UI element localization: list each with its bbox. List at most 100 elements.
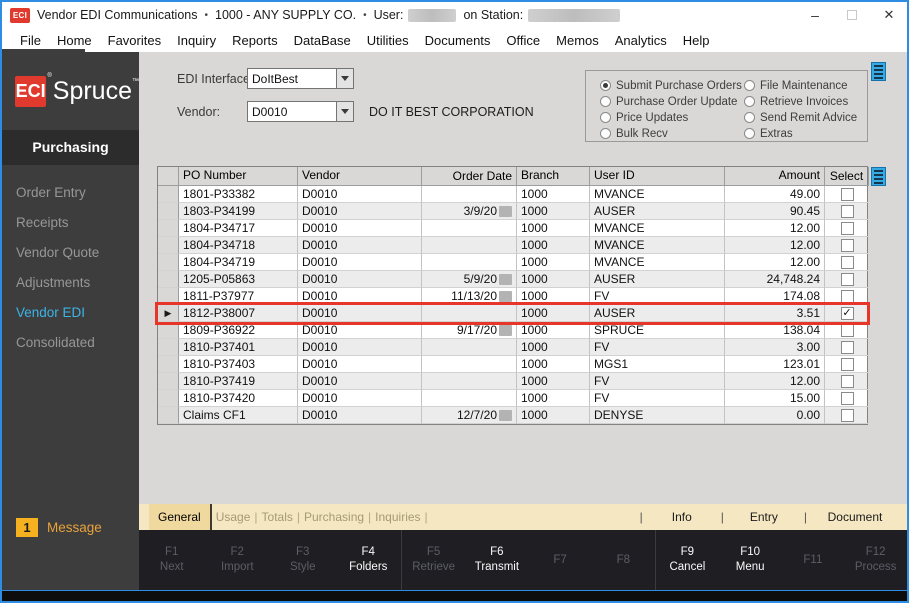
menu-help[interactable]: Help: [675, 33, 718, 48]
select-checkbox[interactable]: [840, 238, 854, 252]
radio-option-submit-purchase-orders[interactable]: Submit Purchase Orders: [600, 78, 744, 93]
menu-office[interactable]: Office: [498, 33, 548, 48]
row-selector[interactable]: ▶: [158, 305, 179, 322]
vendor-select[interactable]: D0010: [247, 101, 354, 122]
select-checkbox[interactable]: [840, 204, 854, 218]
table-row[interactable]: Claims CF1 D0010 12/7/20 1000 DENYSE 0.00: [158, 407, 869, 424]
table-row[interactable]: 1810-P37420 D0010 1000 FV 15.00: [158, 390, 869, 407]
select-checkbox[interactable]: [840, 255, 854, 269]
table-row[interactable]: 1811-P37977 D0010 11/13/20 1000 FV 174.08: [158, 288, 869, 305]
maximize-button[interactable]: [847, 10, 857, 20]
radio-option-price-updates[interactable]: Price Updates: [600, 110, 744, 125]
menu-home[interactable]: Home: [49, 33, 100, 48]
row-selector[interactable]: [158, 407, 179, 424]
radio-icon[interactable]: [600, 112, 611, 123]
fkey-f11[interactable]: F11: [785, 553, 841, 568]
column-header-order-date[interactable]: Order Date: [422, 167, 517, 186]
tab-inquiries[interactable]: Inquiries: [371, 504, 424, 530]
table-row[interactable]: 1810-P37401 D0010 1000 FV 3.00: [158, 339, 869, 356]
fkey-f1-next[interactable]: F1 Next: [144, 545, 200, 575]
radio-icon[interactable]: [600, 96, 611, 107]
menu-documents[interactable]: Documents: [417, 33, 499, 48]
select-checkbox[interactable]: [840, 221, 854, 235]
sidebar-item-adjustments[interactable]: Adjustments: [2, 268, 139, 298]
radio-icon[interactable]: [600, 128, 611, 139]
tab-document[interactable]: Document: [809, 504, 901, 530]
row-selector[interactable]: [158, 339, 179, 356]
sidebar-item-vendor-quote[interactable]: Vendor Quote: [2, 238, 139, 268]
select-checkbox[interactable]: [840, 289, 854, 303]
table-row[interactable]: 1804-P34717 D0010 1000 MVANCE 12.00: [158, 220, 869, 237]
select-checkbox[interactable]: [840, 340, 854, 354]
row-selector[interactable]: [158, 390, 179, 407]
radio-option-file-maintenance[interactable]: File Maintenance: [744, 78, 857, 93]
grid-menu-icon[interactable]: [871, 167, 886, 186]
radio-icon[interactable]: [744, 80, 755, 91]
table-row[interactable]: 1205-P05863 D0010 5/9/20 1000 AUSER 24,748.24: [158, 271, 869, 288]
tab-purchasing[interactable]: Purchasing: [300, 504, 368, 530]
row-selector[interactable]: [158, 203, 179, 220]
dropdown-arrow-icon[interactable]: [336, 69, 353, 88]
row-selector[interactable]: [158, 288, 179, 305]
sidebar-item-order-entry[interactable]: Order Entry: [2, 178, 139, 208]
column-header-amount[interactable]: Amount: [725, 167, 825, 186]
menu-analytics[interactable]: Analytics: [607, 33, 675, 48]
sidebar-item-vendor-edi[interactable]: Vendor EDI: [2, 298, 139, 328]
row-selector[interactable]: [158, 356, 179, 373]
radio-icon[interactable]: [744, 128, 755, 139]
radio-icon[interactable]: [744, 112, 755, 123]
row-selector[interactable]: [158, 220, 179, 237]
radio-option-bulk-recv[interactable]: Bulk Recv: [600, 126, 744, 141]
tab-general[interactable]: General: [149, 504, 212, 530]
select-checkbox[interactable]: [840, 391, 854, 405]
table-row[interactable]: ▶ 1812-P38007 D0010 1000 AUSER 3.51 ✓: [155, 302, 870, 325]
select-checkbox[interactable]: [840, 408, 854, 422]
minimize-button[interactable]: –: [807, 8, 823, 22]
table-row[interactable]: 1810-P37403 D0010 1000 MGS1 123.01: [158, 356, 869, 373]
select-checkbox[interactable]: ✓: [840, 306, 854, 320]
row-selector[interactable]: [158, 271, 179, 288]
select-checkbox[interactable]: [840, 323, 854, 337]
menu-memos[interactable]: Memos: [548, 33, 607, 48]
fkey-f8[interactable]: F8: [595, 553, 651, 568]
sidebar-item-receipts[interactable]: Receipts: [2, 208, 139, 238]
select-checkbox[interactable]: [840, 357, 854, 371]
table-row[interactable]: 1803-P34199 D0010 3/9/20 1000 AUSER 90.45: [158, 203, 869, 220]
table-row[interactable]: 1810-P37419 D0010 1000 FV 12.00: [158, 373, 869, 390]
close-button[interactable]: ✕: [881, 7, 897, 23]
tab-info[interactable]: Info: [645, 504, 719, 530]
edi-interface-select[interactable]: DoItBest: [247, 68, 354, 89]
select-checkbox[interactable]: [840, 374, 854, 388]
menu-file[interactable]: File: [12, 33, 49, 48]
message-indicator[interactable]: 1 Message: [16, 518, 102, 537]
fkey-f5-retrieve[interactable]: F5 Retrieve: [406, 545, 462, 575]
column-header-select[interactable]: Select: [825, 167, 869, 186]
menu-reports[interactable]: Reports: [224, 33, 286, 48]
radio-icon[interactable]: [744, 96, 755, 107]
table-row[interactable]: 1801-P33382 D0010 1000 MVANCE 49.00: [158, 186, 869, 203]
tab-totals[interactable]: Totals: [258, 504, 297, 530]
row-selector[interactable]: [158, 254, 179, 271]
table-row[interactable]: 1809-P36922 D0010 9/17/20 1000 SPRUCE 138.04: [158, 322, 869, 339]
row-selector[interactable]: [158, 322, 179, 339]
radio-icon[interactable]: [600, 80, 611, 91]
tab-usage[interactable]: Usage: [212, 504, 255, 530]
fkey-f9-cancel[interactable]: F9 Cancel: [659, 545, 715, 575]
fkey-f7[interactable]: F7: [532, 553, 588, 568]
fkey-f4-folders[interactable]: F4 Folders: [340, 545, 396, 575]
table-row[interactable]: 1804-P34718 D0010 1000 MVANCE 12.00: [158, 237, 869, 254]
column-header-vendor[interactable]: Vendor: [298, 167, 422, 186]
radio-option-extras[interactable]: Extras: [744, 126, 857, 141]
fkey-f6-transmit[interactable]: F6 Transmit: [469, 545, 525, 575]
fkey-f2-import[interactable]: F2 Import: [209, 545, 265, 575]
menu-favorites[interactable]: Favorites: [100, 33, 169, 48]
sidebar-item-consolidated[interactable]: Consolidated: [2, 328, 139, 358]
select-checkbox[interactable]: [840, 187, 854, 201]
radio-option-retrieve-invoices[interactable]: Retrieve Invoices: [744, 94, 857, 109]
column-header-user-id[interactable]: User ID: [590, 167, 725, 186]
menu-inquiry[interactable]: Inquiry: [169, 33, 224, 48]
fkey-f12-process[interactable]: F12 Process: [848, 545, 904, 575]
select-checkbox[interactable]: [840, 272, 854, 286]
dropdown-arrow-icon[interactable]: [336, 102, 353, 121]
radio-option-send-remit-advice[interactable]: Send Remit Advice: [744, 110, 857, 125]
